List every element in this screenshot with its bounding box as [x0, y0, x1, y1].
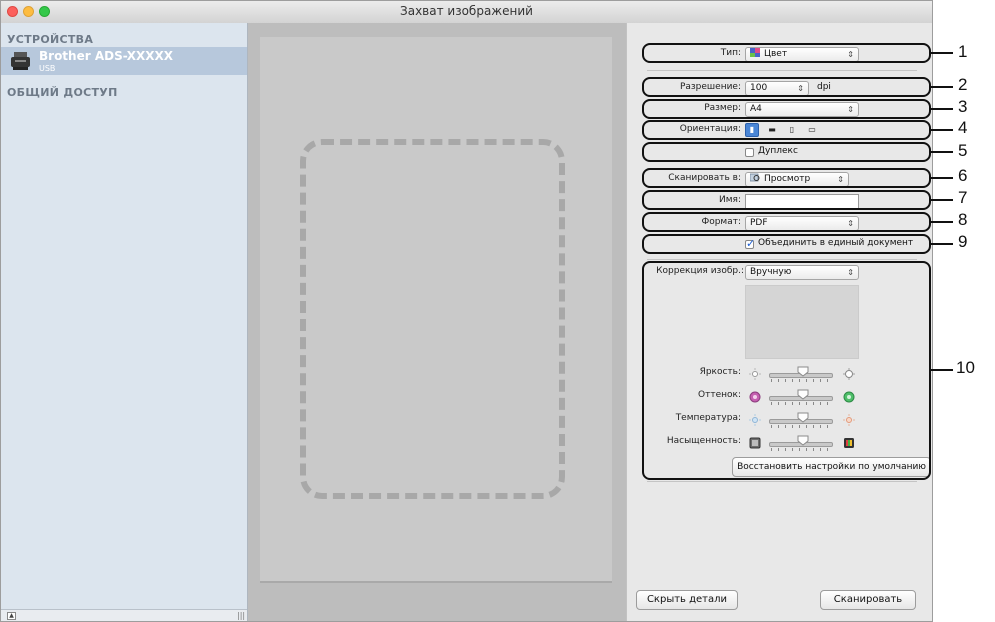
callout-number: 8	[958, 210, 968, 229]
callout-box-resolution	[642, 77, 931, 97]
separator	[647, 481, 917, 482]
scan-button[interactable]: Сканировать	[820, 590, 916, 610]
callout-number: 3	[958, 97, 968, 116]
eject-icon[interactable]: ▲	[7, 612, 16, 620]
callout-box-duplex	[642, 142, 931, 162]
devices-heading: УСТРОЙСТВА	[7, 33, 94, 46]
device-name: Brother ADS-XXXXX	[39, 49, 173, 63]
callout-number: 1	[958, 42, 968, 61]
callout-box-name	[642, 190, 931, 210]
hide-details-button[interactable]: Скрыть детали	[636, 590, 738, 610]
callout-line	[931, 177, 953, 179]
scanner-icon	[11, 52, 30, 70]
scan-preview-area	[248, 23, 626, 621]
title-bar: Захват изображений	[1, 1, 932, 24]
callout-number: 5	[958, 141, 968, 160]
scan-region-placeholder	[300, 139, 565, 499]
callout-box-orientation	[642, 120, 931, 140]
callout-line	[931, 199, 953, 201]
device-connection: USB	[39, 64, 56, 73]
resize-grip-icon[interactable]: |||	[237, 611, 245, 620]
separator	[647, 70, 917, 71]
sidebar: УСТРОЙСТВА Brother ADS-XXXXX USB ОБЩИЙ Д…	[1, 23, 248, 621]
callout-box-format	[642, 212, 931, 232]
window-title: Захват изображений	[400, 4, 533, 18]
sidebar-item-scanner[interactable]: Brother ADS-XXXXX USB	[1, 47, 247, 75]
callout-number: 2	[958, 75, 968, 94]
callout-line	[931, 108, 953, 110]
callout-line	[931, 52, 953, 54]
callout-box-image-correction	[642, 261, 931, 480]
callout-number: 10	[956, 358, 975, 377]
callout-line	[931, 151, 953, 153]
callout-line	[931, 129, 953, 131]
callout-number: 9	[958, 232, 968, 251]
callout-box-combine	[642, 234, 931, 254]
callout-box-scan-to	[642, 168, 931, 188]
callout-number: 4	[958, 118, 968, 137]
separator	[647, 259, 917, 260]
shared-heading: ОБЩИЙ ДОСТУП	[7, 86, 118, 99]
callout-line	[931, 369, 953, 371]
callout-line	[931, 243, 953, 245]
callout-line	[931, 86, 953, 88]
callout-number: 7	[958, 188, 968, 207]
callout-box-size	[642, 99, 931, 119]
callout-number: 6	[958, 166, 968, 185]
preview-page	[260, 37, 612, 583]
callout-box-type	[642, 43, 931, 63]
callout-line	[931, 221, 953, 223]
sidebar-bottom-bar: ▲ |||	[1, 609, 247, 621]
